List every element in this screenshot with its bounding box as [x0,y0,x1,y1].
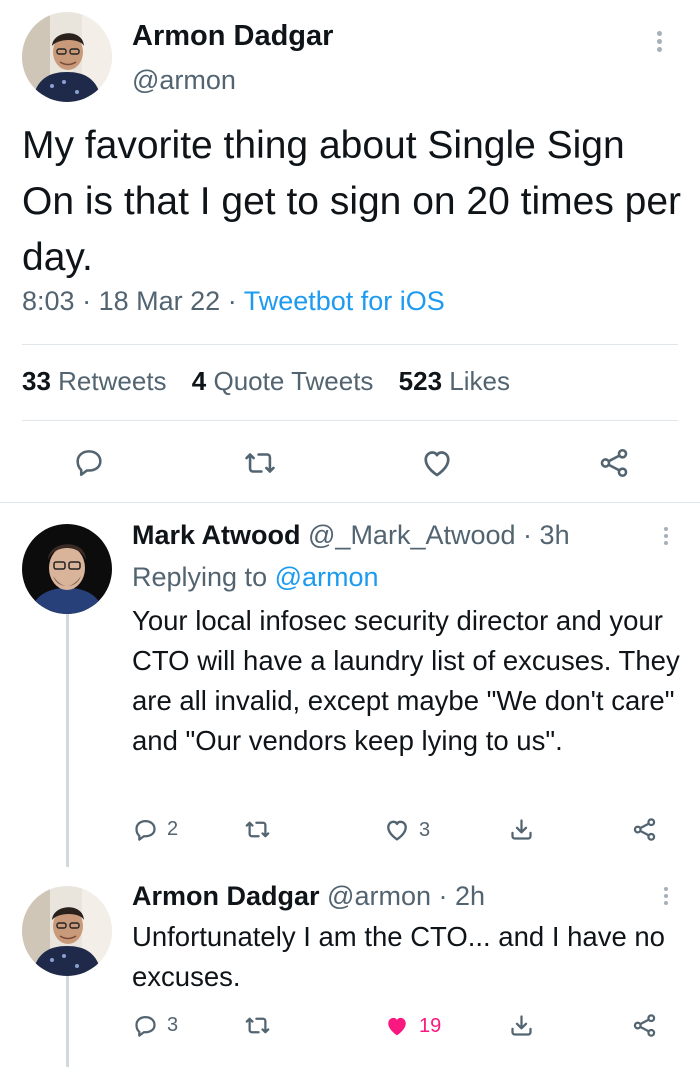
share-icon [633,1014,656,1037]
quotes-count: 4 [191,366,207,396]
like-icon [387,820,407,841]
tweet-time[interactable]: 8:03 [22,286,75,316]
reply-avatar[interactable] [22,524,112,614]
likes-label: Likes [449,366,510,396]
reply-count: 3 [167,1014,179,1036]
reply-header: Armon Dadgar @armon · 2h [132,881,485,912]
like-count: 19 [419,1014,442,1037]
reply-author-handle[interactable]: @_Mark_Atwood [308,520,516,550]
retweets-stat[interactable]: 33 Retweets [22,366,167,396]
author-handle[interactable]: @armon [132,65,236,96]
reply-avatar[interactable] [22,886,112,976]
reply-button[interactable]: 3 [132,1012,178,1039]
quotes-stat[interactable]: 4 Quote Tweets [192,366,374,396]
tweet-meta: 8:03 · 18 Mar 22 · Tweetbot for iOS [22,286,445,317]
likes-count: 523 [398,366,443,396]
reply-header: Mark Atwood @_Mark_Atwood · 3h [132,520,570,551]
like-filled-icon [388,1017,406,1036]
divider [22,344,678,345]
share-button[interactable] [631,816,658,843]
thread-line [66,612,69,867]
reply-author-name[interactable]: Mark Atwood [132,520,301,550]
more-options-icon[interactable] [664,884,668,908]
download-button[interactable] [508,1012,535,1039]
retweet-button[interactable] [244,816,271,843]
likes-stat[interactable]: 523 Likes [399,366,510,396]
share-button[interactable] [631,1012,658,1039]
author-name[interactable]: Armon Dadgar [132,20,333,53]
reply-count: 2 [167,818,179,840]
tweet-date[interactable]: 18 Mar 22 [99,286,221,316]
reply-text: Your local infosec security director and… [132,605,680,756]
reply-age[interactable]: 3h [540,520,570,550]
download-button[interactable] [508,816,535,843]
retweets-label: Retweets [58,366,167,396]
tweet-source-link[interactable]: Tweetbot for iOS [244,286,445,316]
reply-button[interactable] [72,445,106,479]
reply-button[interactable]: 2 [132,816,178,843]
replying-label: Replying to [132,562,268,592]
separator: · [438,881,448,911]
download-icon [511,819,532,840]
tweet-stats: 33 Retweets 4 Quote Tweets 523 Likes [22,366,510,397]
separator: · [82,286,92,316]
separator: · [523,520,533,550]
share-icon [600,448,628,478]
reply-text: Unfortunately I am the CTO... and I have… [132,921,665,992]
author-avatar[interactable] [22,12,112,102]
retweet-icon [245,1017,270,1034]
retweet-icon [245,821,270,838]
share-icon [633,818,656,841]
share-button[interactable] [597,446,631,480]
quotes-label: Quote Tweets [213,366,374,396]
like-button[interactable] [419,445,455,481]
retweet-icon [245,453,275,473]
replying-mention[interactable]: @armon [275,562,379,592]
reply-author-handle[interactable]: @armon [327,881,431,911]
divider [0,502,700,503]
like-button[interactable]: 3 [383,816,430,844]
reply-icon [135,1015,156,1037]
download-icon [511,1015,532,1036]
reply-author-name[interactable]: Armon Dadgar [132,881,320,911]
like-icon [424,451,450,477]
like-count: 3 [419,818,431,841]
reply-age[interactable]: 2h [455,881,485,911]
retweet-button[interactable] [244,1012,271,1039]
tweet-text: My favorite thing about Single Sign On i… [22,124,682,279]
separator: · [227,286,237,316]
reply-icon [76,450,102,477]
retweet-button[interactable] [243,446,277,480]
like-button[interactable]: 19 [383,1012,441,1040]
retweets-count: 33 [22,366,51,396]
more-options-icon[interactable] [657,28,662,55]
more-options-icon[interactable] [664,524,668,548]
thread-line [66,974,69,1067]
reply-icon [135,819,156,841]
replying-to: Replying to @armon [132,562,379,593]
divider [22,420,678,421]
